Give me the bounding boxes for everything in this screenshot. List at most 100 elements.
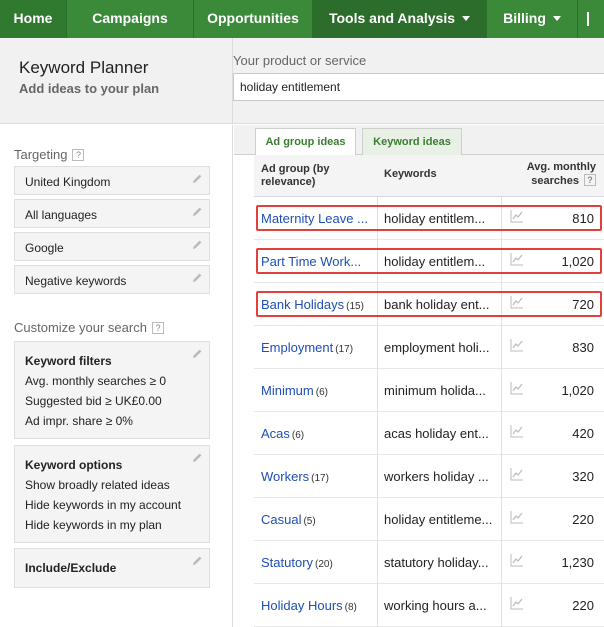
ad-group-name[interactable]: Employment bbox=[261, 340, 333, 355]
header-ad-group[interactable]: Ad group (by relevance) bbox=[261, 163, 361, 189]
column-divider bbox=[501, 283, 502, 326]
column-divider bbox=[501, 412, 502, 455]
ad-group-name[interactable]: Statutory bbox=[261, 555, 313, 570]
table-row[interactable]: Casual (5) holiday entitleme... 220 bbox=[254, 498, 604, 541]
keyword-options-box[interactable]: Keyword options Show broadly related ide… bbox=[14, 445, 210, 543]
avg-monthly-searches-cell: 420 bbox=[572, 426, 594, 441]
trend-chart-icon[interactable] bbox=[510, 252, 524, 266]
ad-group-name[interactable]: Minimum bbox=[261, 383, 314, 398]
tab-keyword-ideas[interactable]: Keyword ideas bbox=[362, 128, 462, 156]
trend-chart-icon[interactable] bbox=[510, 209, 524, 223]
pencil-icon[interactable] bbox=[191, 272, 203, 284]
keywords-cell: acas holiday ent... bbox=[384, 426, 489, 441]
keyword-filters-box[interactable]: Keyword filters Avg. monthly searches ≥ … bbox=[14, 341, 210, 439]
trend-chart-icon[interactable] bbox=[510, 510, 524, 524]
keywords-cell: bank holiday ent... bbox=[384, 297, 490, 312]
help-icon[interactable]: ? bbox=[151, 322, 164, 334]
targeting-negative-keywords-label: Negative keywords bbox=[25, 274, 127, 288]
nav-billing[interactable]: Billing bbox=[487, 0, 577, 38]
ad-group-link[interactable]: Maternity Leave ... bbox=[261, 211, 373, 226]
ad-group-link[interactable]: Casual (5) bbox=[261, 512, 373, 527]
ad-group-link[interactable]: Part Time Work... bbox=[261, 254, 373, 269]
avg-monthly-searches-cell: 1,020 bbox=[561, 383, 594, 398]
nav-home[interactable]: Home bbox=[0, 0, 66, 38]
table-row[interactable]: Part Time Work... holiday entitlem... 1,02… bbox=[254, 240, 604, 283]
nav-tools-and-analysis[interactable]: Tools and Analysis bbox=[313, 0, 486, 38]
ad-group-name[interactable]: Acas bbox=[261, 426, 290, 441]
nav-tools-label: Tools and Analysis bbox=[328, 10, 456, 26]
targeting-location[interactable]: United Kingdom bbox=[14, 166, 210, 195]
avg-monthly-searches-cell: 1,230 bbox=[561, 555, 594, 570]
table-row[interactable]: Workers (17) workers holiday ... 320 bbox=[254, 455, 604, 498]
ad-group-keyword-count: (20) bbox=[315, 559, 333, 570]
targeting-heading: Targeting? bbox=[14, 147, 85, 162]
ad-group-link[interactable]: Minimum (6) bbox=[261, 383, 373, 398]
table-row[interactable]: Statutory (20) statutory holiday... 1,230 bbox=[254, 541, 604, 584]
keyword-options-title: Keyword options bbox=[25, 458, 123, 472]
ad-group-name[interactable]: Maternity Leave ... bbox=[261, 211, 368, 226]
column-divider bbox=[501, 240, 502, 283]
help-icon[interactable]: ? bbox=[584, 174, 596, 186]
pencil-icon[interactable] bbox=[191, 452, 203, 464]
table-row[interactable]: Minimum (6) minimum holida... 1,020 bbox=[254, 369, 604, 412]
header-avg-monthly-searches[interactable]: Avg. monthly searches? bbox=[504, 161, 596, 188]
ad-group-link[interactable]: Statutory (20) bbox=[261, 555, 373, 570]
table-row[interactable]: Maternity Leave ... holiday entitlem... 81… bbox=[254, 197, 604, 240]
pencil-icon[interactable] bbox=[191, 348, 203, 360]
pencil-icon[interactable] bbox=[191, 173, 203, 185]
product-service-input[interactable] bbox=[233, 73, 604, 101]
trend-chart-icon[interactable] bbox=[510, 596, 524, 610]
nav-campaigns-label: Campaigns bbox=[92, 10, 168, 26]
pencil-icon[interactable] bbox=[191, 555, 203, 567]
table-row[interactable]: Holiday Hours (8) working hours a... 220 bbox=[254, 584, 604, 627]
ad-group-name[interactable]: Casual bbox=[261, 512, 301, 527]
nav-campaigns[interactable]: Campaigns bbox=[67, 0, 193, 38]
tab-ad-group-ideas[interactable]: Ad group ideas bbox=[255, 128, 356, 157]
targeting-language[interactable]: All languages bbox=[14, 199, 210, 228]
table-row[interactable]: Acas (6) acas holiday ent... 420 bbox=[254, 412, 604, 455]
pencil-icon[interactable] bbox=[191, 239, 203, 251]
include-exclude-title: Include/Exclude bbox=[25, 561, 117, 575]
ad-group-link[interactable]: Bank Holidays (15) bbox=[261, 297, 373, 312]
trend-chart-icon[interactable] bbox=[510, 338, 524, 352]
ad-group-link[interactable]: Acas (6) bbox=[261, 426, 373, 441]
column-divider bbox=[501, 541, 502, 584]
trend-chart-icon[interactable] bbox=[510, 467, 524, 481]
trend-chart-icon[interactable] bbox=[510, 295, 524, 309]
trend-chart-icon[interactable] bbox=[510, 424, 524, 438]
targeting-network[interactable]: Google bbox=[14, 232, 210, 261]
ad-group-keyword-count: (6) bbox=[291, 430, 305, 441]
column-divider bbox=[377, 326, 378, 369]
ad-group-name[interactable]: Workers bbox=[261, 469, 309, 484]
table-row[interactable]: Employment (17) employment holi... 830 bbox=[254, 326, 604, 369]
nav-more[interactable] bbox=[578, 0, 604, 38]
trend-chart-icon[interactable] bbox=[510, 381, 524, 395]
header-keywords[interactable]: Keywords bbox=[384, 168, 437, 181]
column-divider bbox=[377, 283, 378, 326]
product-service-panel: Your product or service bbox=[233, 38, 604, 124]
column-divider bbox=[501, 455, 502, 498]
targeting-negative-keywords[interactable]: Negative keywords bbox=[14, 265, 210, 294]
avg-monthly-searches-cell: 830 bbox=[572, 340, 594, 355]
ad-group-link[interactable]: Holiday Hours (8) bbox=[261, 598, 373, 613]
chevron-down-icon bbox=[552, 16, 561, 21]
table-row[interactable]: Bank Holidays (15) bank holiday ent... 720 bbox=[254, 283, 604, 326]
ad-group-link[interactable]: Workers (17) bbox=[261, 469, 373, 484]
ad-group-name[interactable]: Bank Holidays bbox=[261, 297, 344, 312]
nav-opportunities[interactable]: Opportunities bbox=[194, 0, 312, 38]
targeting-label: Targeting bbox=[14, 147, 68, 162]
include-exclude-box[interactable]: Include/Exclude bbox=[14, 548, 210, 588]
ad-group-name[interactable]: Holiday Hours bbox=[261, 598, 343, 613]
pencil-icon[interactable] bbox=[191, 206, 203, 218]
keywords-cell: employment holi... bbox=[384, 340, 490, 355]
column-divider bbox=[501, 498, 502, 541]
ad-group-name[interactable]: Part Time Work... bbox=[261, 254, 361, 269]
column-divider bbox=[501, 197, 502, 240]
ad-group-link[interactable]: Employment (17) bbox=[261, 340, 373, 355]
avg-monthly-searches-cell: 1,020 bbox=[561, 254, 594, 269]
page-subtitle: Add ideas to your plan bbox=[19, 81, 160, 96]
trend-chart-icon[interactable] bbox=[510, 553, 524, 567]
avg-monthly-searches-cell: 220 bbox=[572, 598, 594, 613]
avg-monthly-searches-cell: 220 bbox=[572, 512, 594, 527]
help-icon[interactable]: ? bbox=[72, 149, 85, 161]
